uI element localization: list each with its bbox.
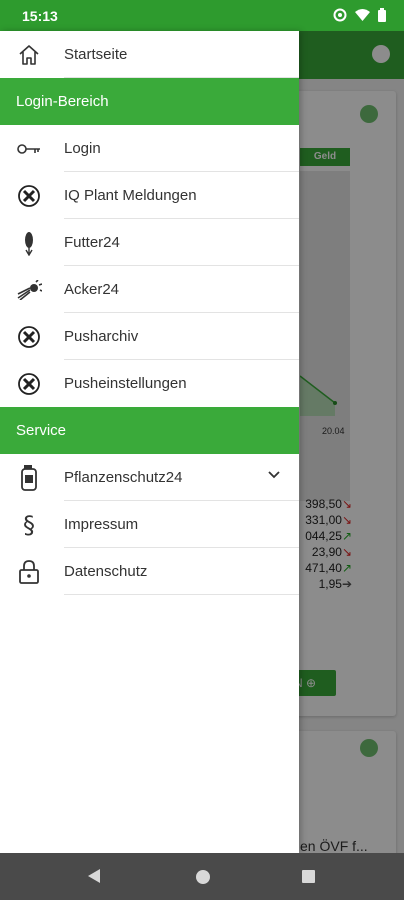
drawer-item-label: Futter24	[64, 234, 120, 251]
drawer-item-futter24[interactable]: Futter24	[0, 219, 299, 266]
drawer-item-label: Pflanzenschutz24	[64, 469, 183, 486]
drawer-item-pusharchiv[interactable]: Pusharchiv	[0, 313, 299, 360]
drawer-item-impressum[interactable]: § Impressum	[0, 501, 299, 548]
section-header-login: Login-Bereich	[0, 78, 299, 125]
drawer-item-label: Pusharchiv	[64, 328, 139, 345]
corn-icon	[16, 230, 42, 256]
drawer-item-login[interactable]: Login	[0, 125, 299, 172]
section-header-service: Service	[0, 407, 299, 454]
system-nav-bar	[0, 853, 404, 900]
status-time: 15:13	[22, 8, 58, 24]
drawer-item-label: Acker24	[64, 281, 120, 298]
drawer-item-label: Datenschutz	[64, 563, 148, 580]
divider	[64, 594, 299, 595]
chevron-down-icon[interactable]	[267, 468, 281, 487]
drawer-item-acker24[interactable]: Acker24	[0, 266, 299, 313]
sprayer-icon	[16, 277, 42, 303]
close-circle-icon	[16, 183, 42, 209]
navigation-drawer: Startseite Login-Bereich Login IQ Plant …	[0, 31, 299, 853]
drawer-item-label: Impressum	[64, 516, 139, 533]
drawer-item-label: Login	[64, 140, 101, 157]
status-bar: 15:13	[0, 0, 404, 31]
battery-icon	[378, 8, 386, 22]
data-saver-icon	[333, 8, 347, 22]
status-icons	[333, 8, 386, 22]
drawer-item-pflanzenschutz24[interactable]: Pflanzenschutz24	[0, 454, 299, 501]
divider	[64, 77, 299, 78]
paragraph-icon: §	[23, 511, 35, 539]
drawer-item-label: IQ Plant Meldungen	[64, 187, 197, 204]
back-icon[interactable]	[88, 869, 100, 883]
close-circle-icon	[16, 324, 42, 350]
drawer-item-datenschutz[interactable]: Datenschutz	[0, 548, 299, 595]
spray-bottle-icon	[16, 465, 42, 491]
drawer-item-label: Pusheinstellungen	[64, 375, 187, 392]
drawer-item-iq-plant[interactable]: IQ Plant Meldungen	[0, 172, 299, 219]
wifi-icon	[355, 8, 370, 21]
drawer-item-pusheinstellungen[interactable]: Pusheinstellungen	[0, 360, 299, 407]
home-button-icon[interactable]	[196, 870, 210, 884]
lock-icon	[16, 559, 42, 585]
drawer-item-startseite[interactable]: Startseite	[0, 31, 299, 78]
home-icon	[16, 42, 42, 68]
close-circle-icon	[16, 371, 42, 397]
key-icon	[16, 136, 42, 162]
recents-icon[interactable]	[302, 870, 315, 883]
drawer-item-label: Startseite	[64, 46, 128, 63]
